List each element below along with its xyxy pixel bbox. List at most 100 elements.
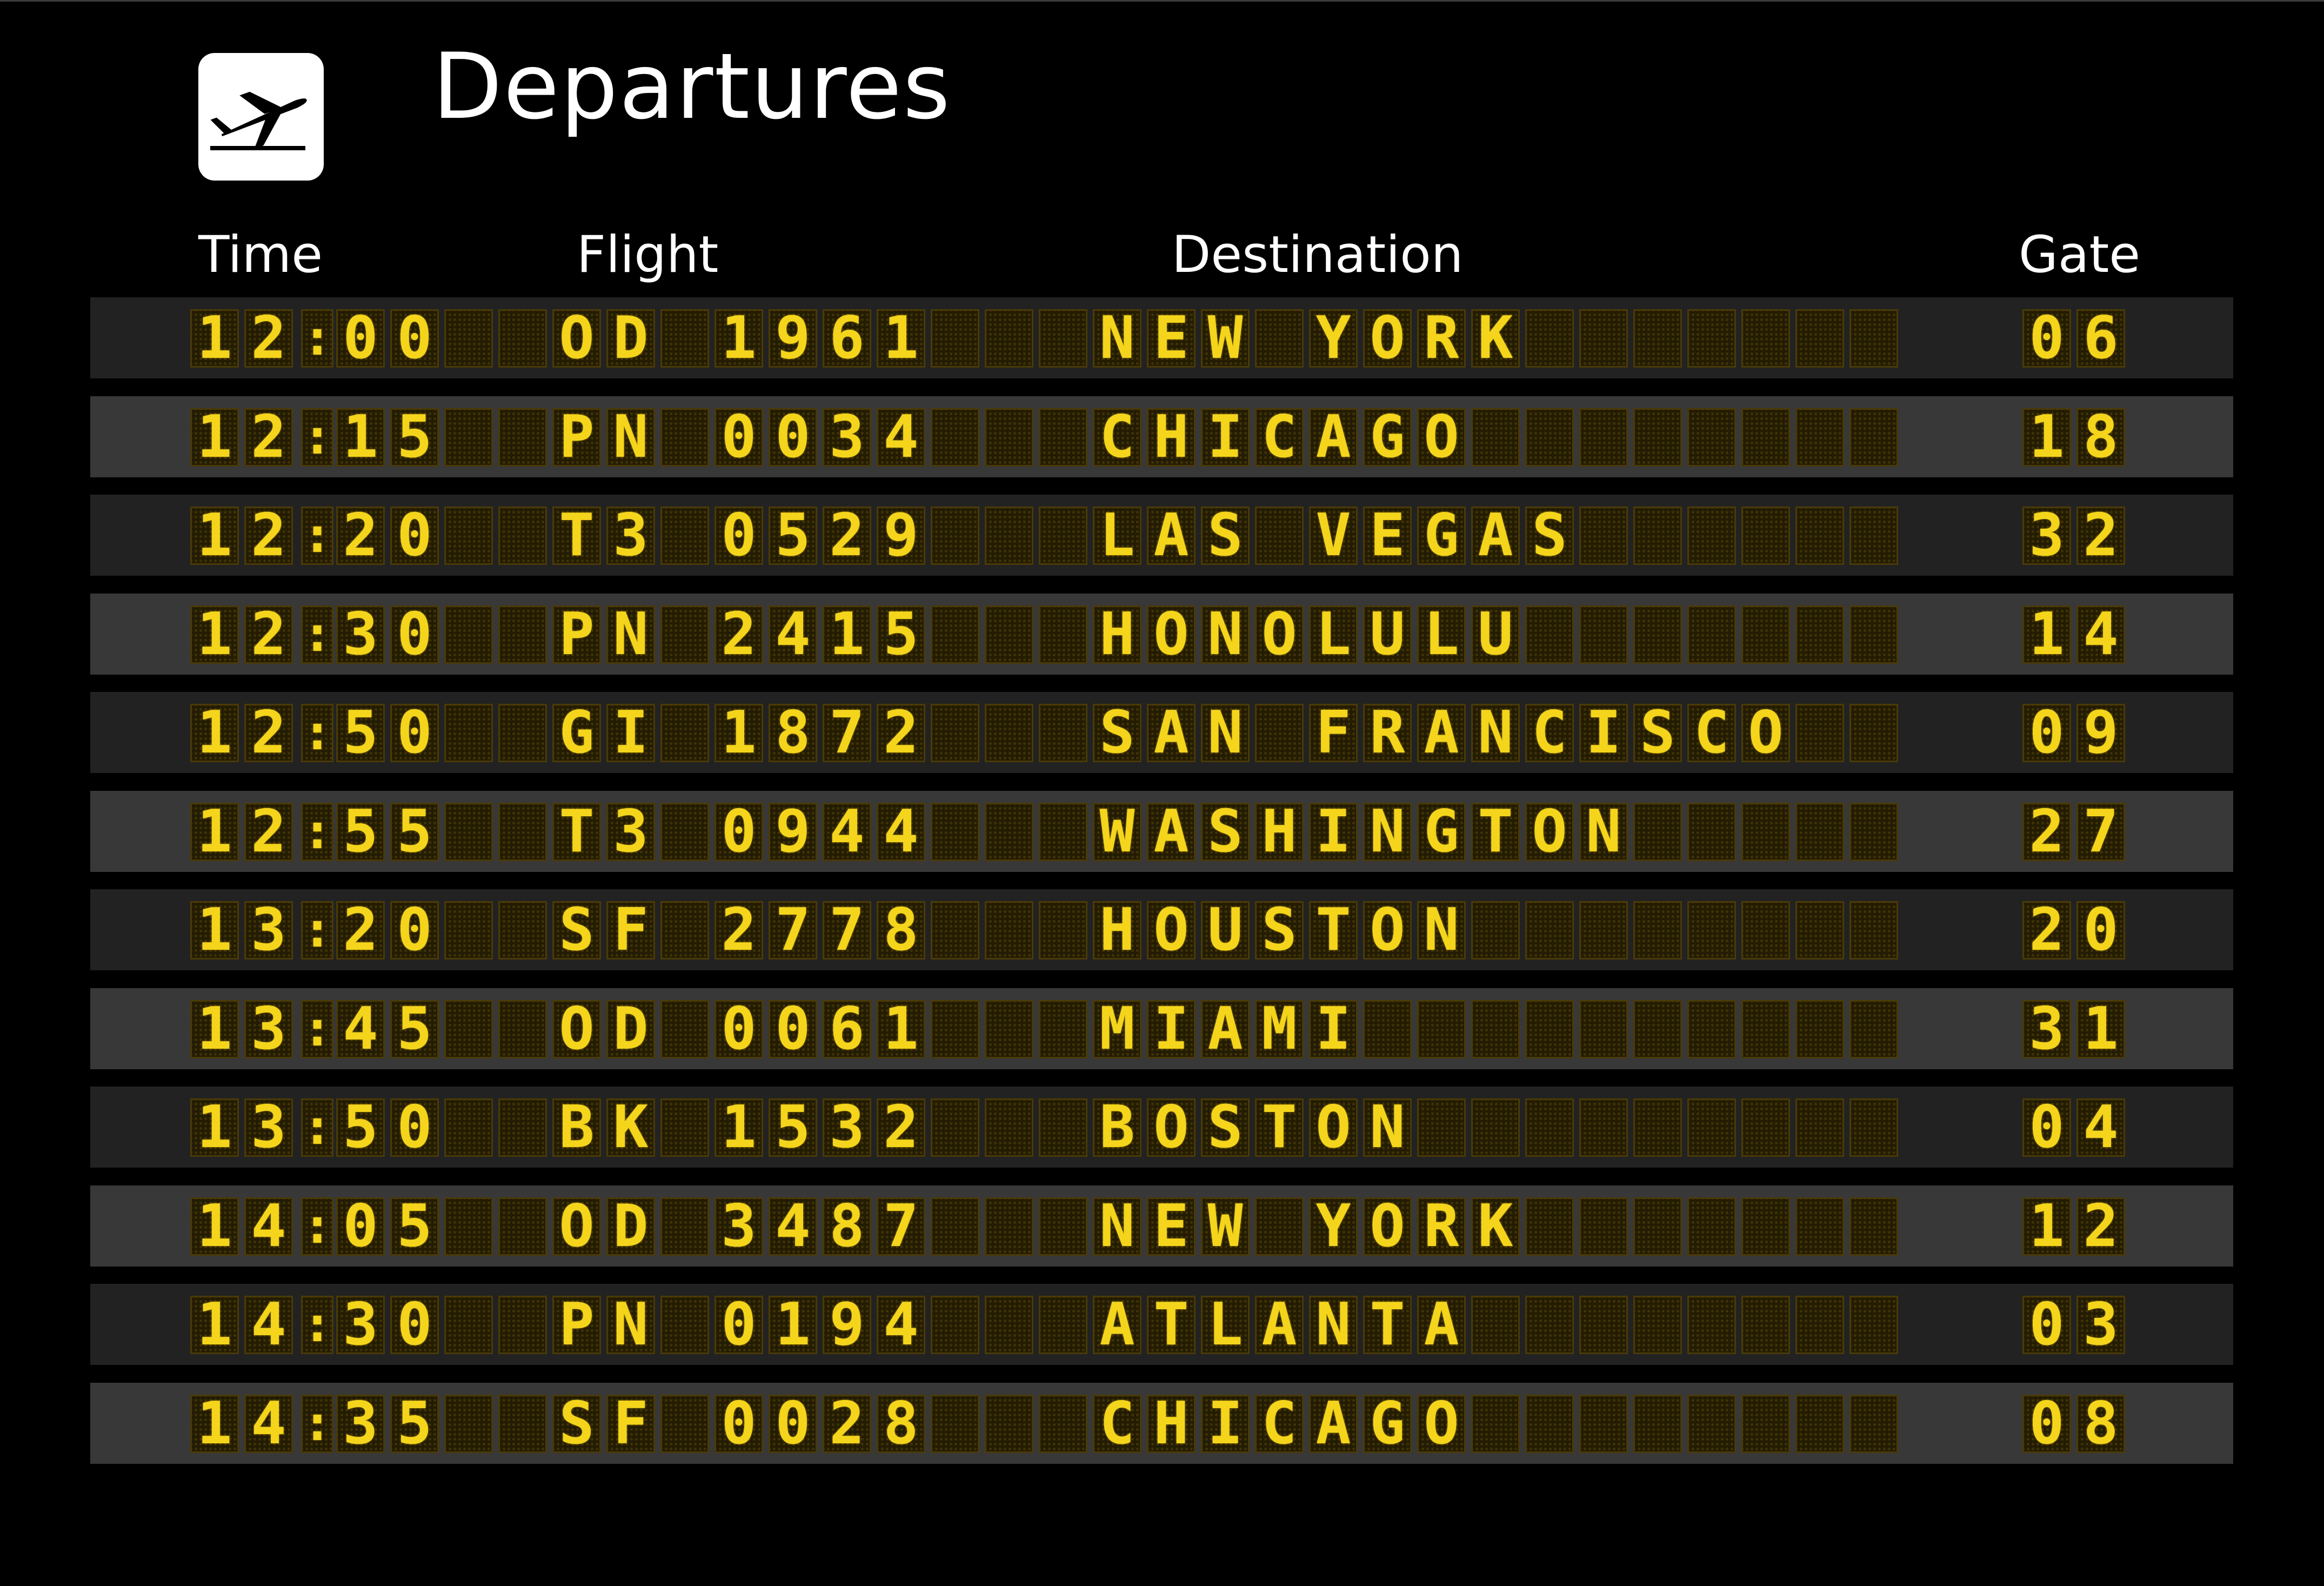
blank-flap — [985, 999, 1033, 1058]
destination-letter: C — [1093, 408, 1141, 467]
time-digit: 4 — [244, 1197, 293, 1256]
destination-letter: A — [1093, 1296, 1141, 1354]
destination-letter: S — [1201, 507, 1250, 565]
destination-letter: R — [1417, 309, 1466, 368]
destination-letter: S — [1093, 704, 1141, 762]
gate-digit: 1 — [2022, 605, 2071, 664]
blank-flap — [1741, 507, 1790, 565]
destination-letter: A — [1147, 704, 1196, 762]
blank-flap — [498, 1394, 547, 1453]
blank-flap — [1417, 1098, 1466, 1157]
blank-flap — [498, 309, 547, 368]
flight-number-digit: 3 — [823, 1098, 871, 1157]
gate-digit: 0 — [2022, 1394, 2071, 1453]
blank-flap — [1741, 999, 1790, 1058]
destination-letter: O — [1255, 605, 1304, 664]
blank-flap — [1687, 1197, 1736, 1256]
departure-row: 12:15PN0034CHICAGO18 — [90, 396, 2233, 477]
flight-number-digit: 7 — [769, 901, 817, 959]
destination-letter: U — [1363, 605, 1412, 664]
gate-digit: 6 — [2076, 309, 2125, 368]
flight-airline-letter: 3 — [606, 802, 655, 861]
destination-letter: F — [1309, 704, 1358, 762]
blank-flap — [1363, 999, 1412, 1058]
blank-flap — [1741, 901, 1790, 959]
blank-flap — [498, 704, 547, 762]
destination-letter: I — [1309, 999, 1358, 1058]
blank-flap — [1579, 901, 1628, 959]
blank-flap — [1255, 309, 1304, 368]
flight-airline-letter: N — [606, 605, 655, 664]
destination-letter: O — [1417, 1394, 1466, 1453]
flight-number-digit: 0 — [714, 1394, 763, 1453]
destination-letter: A — [1417, 704, 1466, 762]
blank-flap — [931, 802, 979, 861]
time-digit: 1 — [190, 605, 239, 664]
blank-flap — [985, 1394, 1033, 1453]
gate-digit: 0 — [2022, 1098, 2071, 1157]
blank-flap — [931, 1098, 979, 1157]
blank-flap — [1795, 605, 1844, 664]
flight-airline-letter: O — [552, 309, 601, 368]
flight-number-digit: 2 — [877, 1098, 925, 1157]
flight-number-digit: 7 — [823, 704, 871, 762]
flight-number-digit: 4 — [769, 1197, 817, 1256]
flight-number-digit: 9 — [823, 1296, 871, 1354]
gate-digit: 3 — [2022, 999, 2071, 1058]
destination-letter: I — [1579, 704, 1628, 762]
time-digit: 3 — [244, 1098, 293, 1157]
blank-flap — [1687, 901, 1736, 959]
flight-number-digit: 3 — [823, 408, 871, 467]
blank-flap — [1039, 1098, 1087, 1157]
blank-flap — [498, 1197, 547, 1256]
flight-number-digit: 9 — [769, 309, 817, 368]
flight-airline-letter: D — [606, 309, 655, 368]
gate-digit: 2 — [2022, 901, 2071, 959]
blank-flap — [1039, 1394, 1087, 1453]
blank-flap — [1039, 1197, 1087, 1256]
blank-flap — [1849, 408, 1898, 467]
blank-flap — [660, 999, 709, 1058]
blank-flap — [498, 901, 547, 959]
blank-flap — [1525, 605, 1574, 664]
flight-number-digit: 9 — [769, 802, 817, 861]
destination-letter: I — [1201, 1394, 1250, 1453]
time-digit: 1 — [190, 1296, 239, 1354]
time-digit: 4 — [244, 1296, 293, 1354]
time-digit: 1 — [190, 309, 239, 368]
flight-number-digit: 2 — [823, 507, 871, 565]
blank-flap — [498, 1098, 547, 1157]
destination-letter: T — [1255, 1098, 1304, 1157]
time-colon: : — [301, 408, 333, 467]
gate-digit: 8 — [2076, 408, 2125, 467]
time-digit: 0 — [390, 309, 439, 368]
time-digit: 4 — [244, 1394, 293, 1453]
departure-row: 14:05OD3487NEWYORK12 — [90, 1185, 2233, 1267]
blank-flap — [1849, 999, 1898, 1058]
destination-letter: A — [1471, 507, 1520, 565]
time-digit: 1 — [190, 507, 239, 565]
time-digit: 2 — [244, 802, 293, 861]
blank-flap — [444, 999, 493, 1058]
destination-letter: I — [1147, 999, 1196, 1058]
destination-letter: N — [1363, 1098, 1412, 1157]
destination-letter: R — [1363, 704, 1412, 762]
blank-flap — [1579, 1296, 1628, 1354]
flight-airline-letter: I — [606, 704, 655, 762]
blank-flap — [1849, 802, 1898, 861]
blank-flap — [1039, 901, 1087, 959]
blank-flap — [1633, 507, 1682, 565]
blank-flap — [1579, 605, 1628, 664]
destination-letter: C — [1255, 408, 1304, 467]
blank-flap — [1525, 1394, 1574, 1453]
blank-flap — [1039, 999, 1087, 1058]
destination-letter: K — [1471, 1197, 1520, 1256]
time-digit: 0 — [390, 704, 439, 762]
flight-airline-letter: S — [552, 901, 601, 959]
destination-letter: M — [1093, 999, 1141, 1058]
gate-digit: 1 — [2076, 999, 2125, 1058]
blank-flap — [1849, 605, 1898, 664]
blank-flap — [1795, 1296, 1844, 1354]
blank-flap — [1795, 507, 1844, 565]
destination-letter: C — [1255, 1394, 1304, 1453]
